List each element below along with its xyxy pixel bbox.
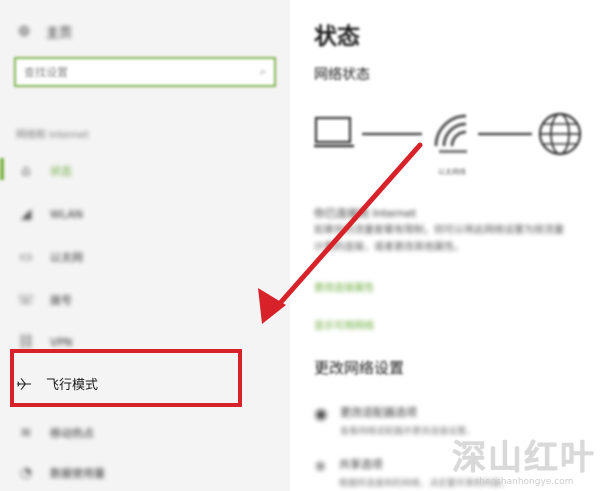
sidebar-item-hotspot[interactable]: ≋ 移动热点: [18, 425, 94, 441]
sidebar-item-wlan[interactable]: ◢ WLAN: [18, 206, 83, 222]
page-title: 状态: [314, 24, 360, 50]
network-diagram: 以太网络: [312, 110, 600, 190]
sidebar-item-ethernet[interactable]: ▭ 以太网: [18, 249, 83, 265]
home-icon: ⌂: [21, 163, 31, 179]
sidebar-item-label: 拨号: [50, 294, 72, 307]
sidebar-item-label: 数据使用量: [50, 467, 105, 480]
sidebar-item-airplane-mode[interactable]: 飞行模式: [16, 374, 98, 393]
sharing-icon: ⎈: [314, 456, 327, 475]
globe-icon: [538, 112, 582, 156]
active-indicator: [0, 158, 4, 180]
network-label: 以太网络: [438, 167, 466, 176]
sidebar-item-label: 状态: [50, 165, 72, 178]
sidebar-item-vpn[interactable]: ⛓ VPN: [17, 334, 73, 350]
laptop-icon: [312, 116, 354, 148]
vpn-icon: ⛓: [17, 334, 35, 350]
settings-sidebar: ⚙ 主页 查找设置 ⌕ 网络和 Internet ⌂ 状态 ◢ WLAN ▭ 以…: [0, 0, 290, 491]
search-icon: ⌕: [259, 65, 266, 78]
option-title: 更改适配器选项: [339, 406, 417, 419]
status-text: 你已连接到 Internet 如果你的流量套餐有限制，则可以将此网络设置为按流量…: [314, 205, 594, 256]
dialup-icon: ☏: [17, 292, 35, 308]
sidebar-item-label: 移动热点: [50, 427, 94, 440]
ethernet-icon: ▭: [19, 249, 33, 265]
wifi-icon: ◢: [20, 206, 32, 222]
section-label: 网络和 Internet: [16, 130, 89, 141]
search-placeholder: 查找设置: [24, 66, 68, 79]
sidebar-item-label: 以太网: [50, 251, 83, 264]
hotspot-icon: ≋: [20, 425, 32, 441]
status-desc-1: 如果你的流量套餐有限制，则可以将此网络设置为按流量: [314, 225, 564, 236]
main-panel: 状态 网络状态 以太网络 你已连接到 Internet 如果你的流量套餐有限制，…: [290, 0, 600, 491]
sidebar-item-status[interactable]: ⌂ 状态: [18, 163, 72, 179]
sidebar-home[interactable]: ⚙ 主页: [16, 22, 73, 42]
home-label: 主页: [46, 26, 73, 41]
sidebar-item-dialup[interactable]: ☏ 拨号: [17, 292, 72, 308]
adapter-icon: ◉: [314, 404, 328, 423]
sidebar-item-label: VPN: [50, 335, 73, 349]
change-connection-link[interactable]: 更改连接属性: [314, 279, 374, 294]
airplane-label: 飞行模式: [46, 378, 99, 393]
sidebar-item-data-usage[interactable]: ◔ 数据使用量: [18, 465, 105, 481]
ethernet-network-icon: [434, 114, 467, 153]
network-status-heading: 网络状态: [314, 67, 370, 83]
search-input[interactable]: 查找设置 ⌕: [14, 57, 276, 87]
watermark-text: 深山红叶: [452, 438, 596, 478]
show-networks-link[interactable]: 显示可用网络: [314, 317, 374, 332]
gear-icon: ⚙: [17, 23, 31, 40]
watermark: 深山红叶 shenshanhongye.com: [452, 430, 596, 487]
sidebar-item-label: WLAN: [50, 207, 84, 221]
status-heading: 你已连接到 Internet: [314, 207, 417, 220]
airplane-icon: [16, 376, 32, 392]
status-desc-2: 计费的连接，或者更改其他属性。: [314, 242, 464, 253]
change-settings-heading: 更改网络设置: [314, 359, 405, 377]
change-adapter-option[interactable]: ◉ 更改适配器选项 查看网络适配器并更改连接设置。: [314, 404, 475, 437]
data-usage-icon: ◔: [19, 465, 33, 481]
